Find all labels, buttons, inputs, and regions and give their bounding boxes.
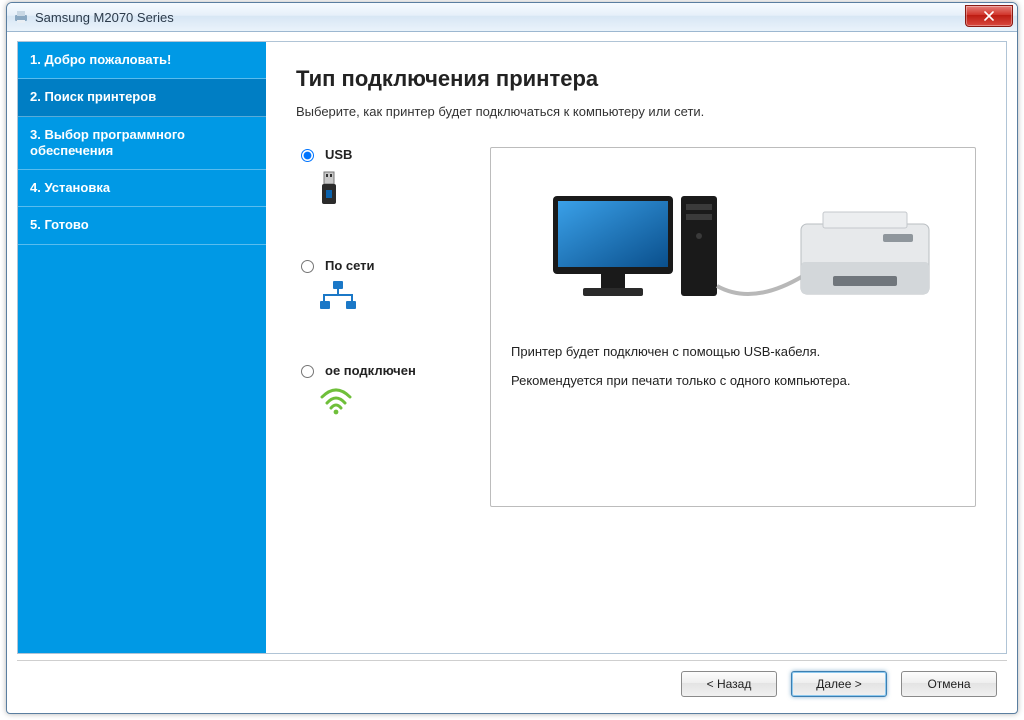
sidebar-step-2[interactable]: 2. Поиск принтеров bbox=[18, 79, 266, 116]
option-network-label: По сети bbox=[325, 258, 375, 273]
laser-printer-icon bbox=[801, 212, 929, 294]
option-wireless-label: ое подключен bbox=[325, 363, 416, 379]
description-line-2: Рекомендуется при печати только с одного… bbox=[511, 373, 955, 388]
connection-illustration bbox=[511, 166, 955, 316]
sidebar-step-5[interactable]: 5. Готово bbox=[18, 207, 266, 244]
back-button[interactable]: < Назад bbox=[681, 671, 777, 697]
option-wireless[interactable]: ое подключен bbox=[296, 363, 466, 415]
usb-cable bbox=[717, 276, 803, 294]
wizard-body: 1. Добро пожаловать! 2. Поиск принтеров … bbox=[17, 41, 1007, 654]
sidebar: 1. Добро пожаловать! 2. Поиск принтеров … bbox=[18, 42, 266, 653]
option-usb[interactable]: USB bbox=[296, 147, 466, 208]
monitor-icon bbox=[553, 196, 673, 296]
sidebar-step-3[interactable]: 3. Выбор программного обеспечения bbox=[18, 117, 266, 171]
option-network[interactable]: По сети bbox=[296, 258, 466, 313]
window-title: Samsung M2070 Series bbox=[35, 10, 174, 25]
connection-preview: Принтер будет подключен с помощью USB-ка… bbox=[490, 147, 976, 507]
sidebar-step-4[interactable]: 4. Установка bbox=[18, 170, 266, 207]
wifi-signal-icon bbox=[318, 387, 466, 415]
radio-wireless[interactable] bbox=[301, 365, 314, 378]
sidebar-step-label: 4. Установка bbox=[30, 180, 110, 195]
radio-usb[interactable] bbox=[301, 149, 314, 162]
main-panel: Тип подключения принтера Выберите, как п… bbox=[266, 42, 1006, 653]
sidebar-step-1[interactable]: 1. Добро пожаловать! bbox=[18, 42, 266, 79]
sidebar-step-label: 1. Добро пожаловать! bbox=[30, 52, 171, 67]
connection-description: Принтер будет подключен с помощью USB-ка… bbox=[511, 344, 955, 402]
close-button[interactable] bbox=[965, 5, 1013, 27]
connection-options: USB bbox=[296, 147, 466, 425]
sidebar-step-label: 5. Готово bbox=[30, 217, 89, 232]
usb-plug-icon bbox=[318, 170, 466, 208]
cancel-button[interactable]: Отмена bbox=[901, 671, 997, 697]
option-usb-label: USB bbox=[325, 147, 352, 162]
sidebar-step-label: 3. Выбор программного обеспечения bbox=[30, 127, 185, 158]
network-topology-icon bbox=[318, 281, 466, 313]
page-heading: Тип подключения принтера bbox=[296, 66, 976, 92]
page-subheading: Выберите, как принтер будет подключаться… bbox=[296, 104, 976, 119]
radio-network[interactable] bbox=[301, 260, 314, 273]
titlebar: Samsung M2070 Series bbox=[7, 3, 1017, 32]
close-icon bbox=[984, 11, 994, 21]
next-button[interactable]: Далее > bbox=[791, 671, 887, 697]
printer-app-icon bbox=[13, 9, 29, 25]
sidebar-step-label: 2. Поиск принтеров bbox=[30, 89, 156, 104]
description-line-1: Принтер будет подключен с помощью USB-ка… bbox=[511, 344, 955, 359]
pc-tower-icon bbox=[681, 196, 717, 296]
wizard-footer: < Назад Далее > Отмена bbox=[17, 660, 1007, 707]
